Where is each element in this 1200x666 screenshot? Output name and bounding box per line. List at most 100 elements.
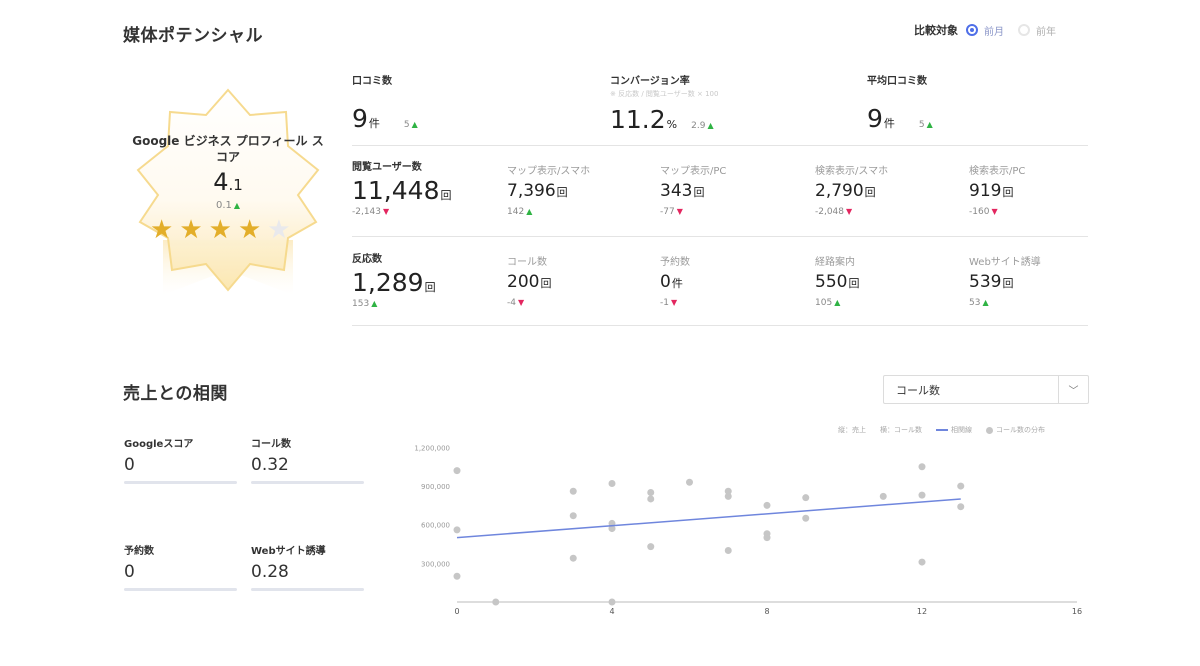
x-tick-label: 16 [1072, 607, 1082, 616]
star-rating: ★ ★ ★ ★ ★ [150, 215, 297, 245]
metric-map-pc: マップ表示/PC 343回 -77 ▼ [660, 166, 727, 217]
score-badge: Google ビジネス プロフィール スコア 4.1 0.1 ▲ ★ ★ ★ ★ ★ [128, 80, 328, 300]
legend-trend: 相関線 [936, 425, 972, 435]
metric-avg-reviews: 平均口コミ数 9件 5 ▲ [867, 72, 933, 133]
star-filled-icon: ★ [179, 215, 203, 245]
dropdown-value: コール数 [896, 383, 940, 397]
y-tick-label: 600,000 [421, 522, 450, 530]
scatter-point [686, 478, 693, 486]
down-arrow-icon: ▼ [670, 298, 678, 307]
metric-search-sp: 検索表示/スマホ 2,790回 -2,048 ▼ [815, 166, 889, 217]
metric-select-dropdown[interactable]: コール数 ﹀ [883, 375, 1089, 404]
metric-note: ※ 反応数 / 閲覧ユーザー数 × 100 [610, 90, 719, 98]
star-empty-icon: ★ [267, 215, 291, 245]
scatter-point [569, 554, 577, 562]
scatter-point [608, 598, 616, 606]
up-arrow-icon: ▲ [233, 201, 241, 210]
dot-icon [986, 426, 993, 434]
x-tick-label: 0 [454, 607, 459, 616]
x-tick-label: 4 [609, 607, 614, 616]
scatter-point [957, 482, 965, 490]
up-arrow-icon: ▲ [926, 120, 933, 129]
scatter-point [724, 492, 732, 500]
scatter-point [453, 526, 461, 534]
metric-bookings: 予約数 0件 -1 ▼ [660, 257, 690, 308]
stat-google-score: Googleスコア 0 [124, 435, 237, 484]
scatter-point [492, 598, 500, 606]
metric-value: 9件 5 ▲ [352, 104, 418, 133]
metric-views: 閲覧ユーザー数 11,448回 -2,143 ▼ [352, 162, 452, 217]
metric-value: 9件 5 ▲ [867, 104, 933, 133]
divider [352, 145, 1088, 146]
metric-label: 口コミ数 [352, 76, 392, 87]
scatter-point [918, 491, 926, 499]
divider [352, 325, 1088, 326]
legend-x: 横：コール数 [880, 426, 922, 434]
legend-y: 縦：売上 [838, 426, 866, 434]
stat-bar [124, 588, 237, 591]
y-tick-label: 900,000 [421, 483, 450, 491]
up-arrow-icon: ▲ [411, 120, 418, 129]
divider [352, 236, 1088, 237]
radio-off-icon [1018, 24, 1030, 36]
up-arrow-icon: ▲ [526, 207, 533, 216]
metric-website: Webサイト誘導 539回 53 ▲ [969, 257, 1041, 308]
chart-legend: 縦：売上 横：コール数 相関線 コール数の分布 [838, 425, 1059, 435]
scatter-point [763, 534, 771, 542]
metric-label: 平均口コミ数 [867, 76, 927, 87]
metric-map-sp: マップ表示/スマホ 7,396回 142 ▲ [507, 166, 591, 217]
metric-reviews: 口コミ数 9件 5 ▲ [352, 72, 418, 133]
y-tick-label: 1,200,000 [414, 444, 450, 452]
chevron-down-icon[interactable]: ﹀ [1059, 382, 1088, 397]
trend-line-icon [936, 429, 948, 431]
score-delta: 0.1 ▲ [215, 200, 241, 211]
correlation-scatter-chart: 1,200,000 900,000 600,000 300,000 0 4 8 12 16 [414, 444, 1082, 616]
scatter-point [647, 495, 655, 503]
stat-bar [251, 481, 364, 484]
down-arrow-icon: ▼ [383, 207, 390, 216]
star-filled-icon: ★ [150, 215, 174, 245]
metric-label: コンバージョン率 [610, 76, 690, 87]
section-title-potential: 媒体ポテンシャル [123, 26, 263, 46]
scatter-point [608, 480, 616, 488]
down-arrow-icon: ▼ [676, 207, 683, 216]
score-title: Google ビジネス プロフィール スコア [132, 134, 324, 164]
scatter-point [453, 467, 461, 475]
scatter-point [569, 512, 577, 520]
stat-bookings: 予約数 0 [124, 542, 237, 591]
radio-label: 前月 [984, 26, 1004, 38]
metric-reactions: 反応数 1,289回 153 ▲ [352, 254, 436, 309]
stat-calls: コール数 0.32 [251, 435, 364, 484]
scatter-point [763, 501, 771, 509]
scatter-point [879, 492, 887, 500]
scatter-point [802, 494, 810, 502]
radio-previous-year[interactable]: 前年 [1018, 23, 1056, 38]
compare-selector: 比較対象 前月 前年 [914, 22, 1070, 38]
stat-bar [251, 588, 364, 591]
scatter-point [724, 546, 732, 554]
score-value: 4.1 [213, 168, 243, 196]
scatter-point [957, 503, 965, 511]
up-arrow-icon: ▲ [982, 298, 989, 307]
x-tick-label: 8 [764, 607, 769, 616]
scatter-point [647, 543, 655, 551]
down-arrow-icon: ▼ [991, 207, 998, 216]
metric-directions: 経路案内 550回 105 ▲ [815, 257, 860, 308]
down-arrow-icon: ▼ [517, 298, 525, 307]
trend-line [456, 498, 961, 539]
radio-label: 前年 [1036, 26, 1056, 38]
scatter-point [918, 463, 926, 471]
up-arrow-icon: ▲ [371, 299, 378, 308]
radio-previous-month[interactable]: 前月 [966, 23, 1004, 38]
star-filled-icon: ★ [237, 215, 262, 245]
stat-bar [124, 481, 237, 484]
compare-label: 比較対象 [914, 24, 958, 37]
star-filled-icon: ★ [208, 215, 232, 245]
metric-conversion: コンバージョン率 ※ 反応数 / 閲覧ユーザー数 × 100 11.2% 2.9 ▲ [610, 72, 718, 134]
scatter-point [802, 514, 810, 522]
metric-search-pc: 検索表示/PC 919回 -160 ▼ [969, 166, 1026, 217]
scatter-point [453, 572, 461, 580]
up-arrow-icon: ▲ [834, 298, 841, 307]
x-tick-label: 12 [917, 607, 927, 616]
scatter-point [569, 487, 577, 495]
